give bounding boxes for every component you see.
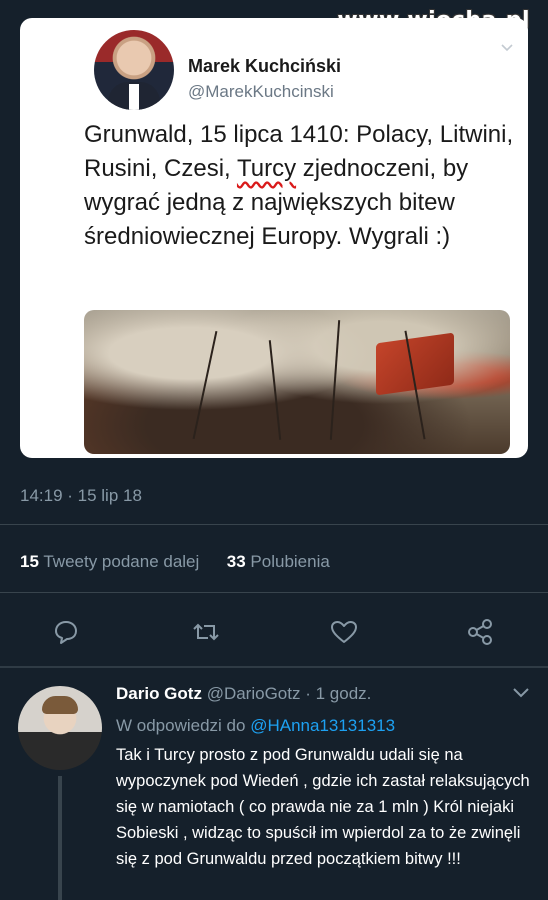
in-reply-to: W odpowiedzi do @HAnna13131313 — [116, 716, 395, 736]
chevron-down-icon — [500, 40, 514, 58]
battle-painting-image[interactable] — [84, 310, 510, 454]
reply-author-avatar[interactable] — [18, 686, 102, 770]
tweet-actions — [0, 612, 548, 652]
retweets-count[interactable]: 15 — [20, 552, 39, 571]
tweet-text: Grunwald, 15 lipca 1410: Polacy, Litwini… — [84, 118, 514, 254]
chevron-down-icon — [513, 688, 529, 698]
thread-line — [58, 776, 62, 900]
divider — [0, 524, 548, 525]
reply-author-name[interactable]: Dario Gotz — [116, 684, 202, 703]
reply-text: Tak i Turcy prosto z pod Grunwaldu udali… — [116, 746, 530, 868]
author-avatar[interactable] — [94, 30, 174, 110]
reply-header: Dario Gotz @DarioGotz · 1 godz. — [116, 684, 371, 704]
embedded-tweet-screenshot: Marek Kuchciński @MarekKuchcinski Grunwa… — [20, 18, 528, 458]
speech-bubble-icon — [55, 621, 77, 644]
retweet-button[interactable] — [186, 612, 226, 652]
likes-count[interactable]: 33 — [227, 552, 246, 571]
retweets-label[interactable]: Tweety podane dalej — [43, 552, 199, 571]
reply-button[interactable] — [46, 612, 86, 652]
tweet-stats: 15 Tweety podane dalej 33 Polubienia — [20, 552, 330, 572]
divider — [0, 592, 548, 593]
in-reply-to-label: W odpowiedzi do — [116, 716, 246, 735]
misspelled-word: Turcy — [236, 155, 297, 182]
share-button[interactable] — [460, 612, 500, 652]
author-handle[interactable]: @MarekKuchcinski — [188, 82, 334, 102]
heart-icon — [331, 621, 357, 643]
reply-time: · 1 godz. — [305, 684, 372, 703]
mention-link[interactable]: @HAnna13131313 — [250, 716, 395, 735]
like-button[interactable] — [324, 612, 364, 652]
reply-author-handle[interactable]: @DarioGotz — [207, 684, 301, 703]
likes-label[interactable]: Polubienia — [250, 552, 329, 571]
author-name[interactable]: Marek Kuchciński — [188, 56, 341, 77]
share-icon — [468, 619, 492, 645]
reply-menu-button[interactable] — [512, 686, 530, 704]
retweet-icon — [193, 623, 219, 641]
tweet-timestamp: 14:19 · 15 lip 18 — [20, 486, 142, 505]
divider — [0, 666, 548, 668]
